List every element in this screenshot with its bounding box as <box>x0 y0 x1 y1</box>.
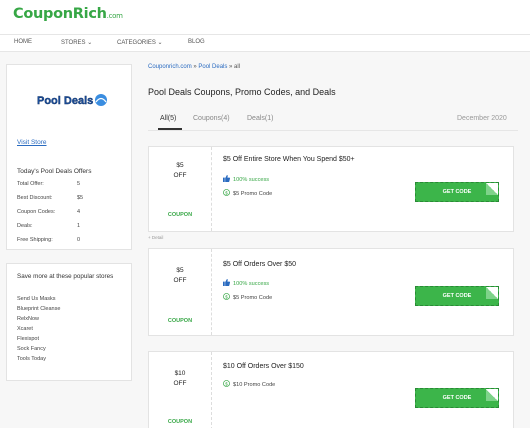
nav-categories[interactable]: CATEGORIES ⌄ <box>117 39 163 46</box>
button-corner-fold <box>486 389 498 401</box>
stat-value: 5 <box>77 181 81 187</box>
breadcrumb-current: all <box>234 64 241 70</box>
main-nav: HOME STORES ⌄ CATEGORIES ⌄ BLOG <box>0 34 530 52</box>
coupon-card: $10 OFF COUPON $10 Off Orders Over $150 … <box>148 351 514 428</box>
coupon-type: COUPON <box>167 318 193 324</box>
stat-label: Coupon Codes: <box>17 209 56 215</box>
promo-code-info: $ $10 Promo Code <box>223 380 275 388</box>
dollar-circle-icon: $ <box>223 380 230 387</box>
coupon-title[interactable]: $5 Off Orders Over $50 <box>223 261 296 268</box>
success-rate: 100% success <box>223 279 269 287</box>
logo-accent: Rich <box>72 6 107 22</box>
coupon-unit: OFF <box>173 380 187 387</box>
success-text: 100% success <box>233 281 270 287</box>
get-code-button[interactable]: GET CODE <box>415 182 499 202</box>
promo-code-text: $10 Promo Code <box>233 382 276 388</box>
nav-stores[interactable]: STORES ⌄ <box>61 39 92 46</box>
dollar-circle-icon: $ <box>223 293 230 300</box>
popular-store-link[interactable]: Tools Today <box>17 356 46 362</box>
stat-value: 1 <box>77 223 81 229</box>
dollar-circle-icon: $ <box>223 189 230 196</box>
offers-title: Today's Pool Deals Offers <box>17 168 92 175</box>
popular-store-link[interactable]: Send Us Masks <box>17 296 56 302</box>
stat-label: Deals: <box>17 223 33 229</box>
logo-domain: .com <box>106 12 123 20</box>
logo-main: Coupon <box>13 6 73 22</box>
coupon-amount: $5 <box>176 162 184 169</box>
get-code-label: GET CODE <box>442 189 472 195</box>
button-corner-fold <box>486 287 498 299</box>
nav-home[interactable]: HOME <box>14 39 32 45</box>
stat-label: Free Shipping: <box>17 237 53 243</box>
stat-value: 4 <box>77 209 81 215</box>
visit-store-link[interactable]: Visit Store <box>17 139 47 146</box>
store-logo-text: Pool Deals <box>37 95 93 107</box>
success-rate: 100% success <box>223 175 269 183</box>
promo-code-text: $5 Promo Code <box>233 295 273 301</box>
success-text: 100% success <box>233 177 270 183</box>
coupon-card: $5 OFF COUPON $5 Off Orders Over $50 100… <box>148 248 514 336</box>
tabs-divider <box>148 130 518 131</box>
get-code-button[interactable]: GET CODE <box>415 388 499 408</box>
popular-stores-card: Save more at these popular stores Send U… <box>6 263 132 381</box>
promo-code-text: $5 Promo Code <box>233 191 273 197</box>
get-code-label: GET CODE <box>442 293 472 299</box>
tab-deals[interactable]: Deals(1) <box>247 115 273 122</box>
popular-store-link[interactable]: Blueprint Cleanse <box>17 306 60 312</box>
coupon-unit: OFF <box>173 172 187 179</box>
site-logo[interactable]: CouponRich.com <box>13 6 123 22</box>
stat-value: $5 <box>77 195 84 201</box>
popular-store-link[interactable]: Xcaret <box>17 326 33 332</box>
coupon-type: COUPON <box>167 419 193 425</box>
popular-store-link[interactable]: Flexispot <box>17 336 39 342</box>
svg-text:$: $ <box>225 190 228 196</box>
tab-all[interactable]: All(5) <box>160 115 176 122</box>
coupon-unit: OFF <box>173 277 187 284</box>
current-month: December 2020 <box>457 115 507 122</box>
coupon-divider <box>211 249 212 335</box>
promo-code-info: $ $5 Promo Code <box>223 293 272 301</box>
coupon-amount: $10 <box>174 370 186 377</box>
svg-text:$: $ <box>225 294 228 300</box>
tab-coupons[interactable]: Coupons(4) <box>193 115 230 122</box>
nav-blog[interactable]: BLOG <box>188 39 205 45</box>
coupon-title[interactable]: $5 Off Entire Store When You Spend $50+ <box>223 156 355 163</box>
popular-stores-title: Save more at these popular stores <box>17 273 114 280</box>
stat-value: 0 <box>77 237 81 243</box>
promo-code-info: $ $5 Promo Code <box>223 189 272 197</box>
popular-store-link[interactable]: RelxNow <box>17 316 39 322</box>
svg-text:$: $ <box>225 381 228 387</box>
coupon-title[interactable]: $10 Off Orders Over $150 <box>223 363 304 370</box>
get-code-button[interactable]: GET CODE <box>415 286 499 306</box>
breadcrumb: Couponrich.com » Pool Deals » all <box>148 64 240 70</box>
coupon-card: $5 OFF COUPON $5 Off Entire Store When Y… <box>148 146 514 232</box>
get-code-label: GET CODE <box>442 395 472 401</box>
coupon-type: COUPON <box>167 212 193 218</box>
coupon-divider <box>211 352 212 428</box>
stat-label: Total Offer: <box>17 181 44 187</box>
popular-store-link[interactable]: Sock Fancy <box>17 346 46 352</box>
store-info-card: Pool Deals Visit Store Today's Pool Deal… <box>6 64 132 250</box>
thumbs-up-icon <box>223 279 230 286</box>
stat-label: Best Discount: <box>17 195 53 201</box>
page-title: Pool Deals Coupons, Promo Codes, and Dea… <box>148 87 336 97</box>
store-logo[interactable]: Pool Deals <box>33 89 113 111</box>
thumbs-up-icon <box>223 175 230 182</box>
breadcrumb-store[interactable]: Pool Deals <box>198 64 227 70</box>
coupon-amount: $5 <box>176 267 184 274</box>
button-corner-fold <box>486 183 498 195</box>
detail-link[interactable]: + Detail <box>148 235 163 240</box>
site-header: CouponRich.com <box>0 0 530 34</box>
breadcrumb-home[interactable]: Couponrich.com <box>148 64 192 70</box>
coupon-divider <box>211 147 212 231</box>
